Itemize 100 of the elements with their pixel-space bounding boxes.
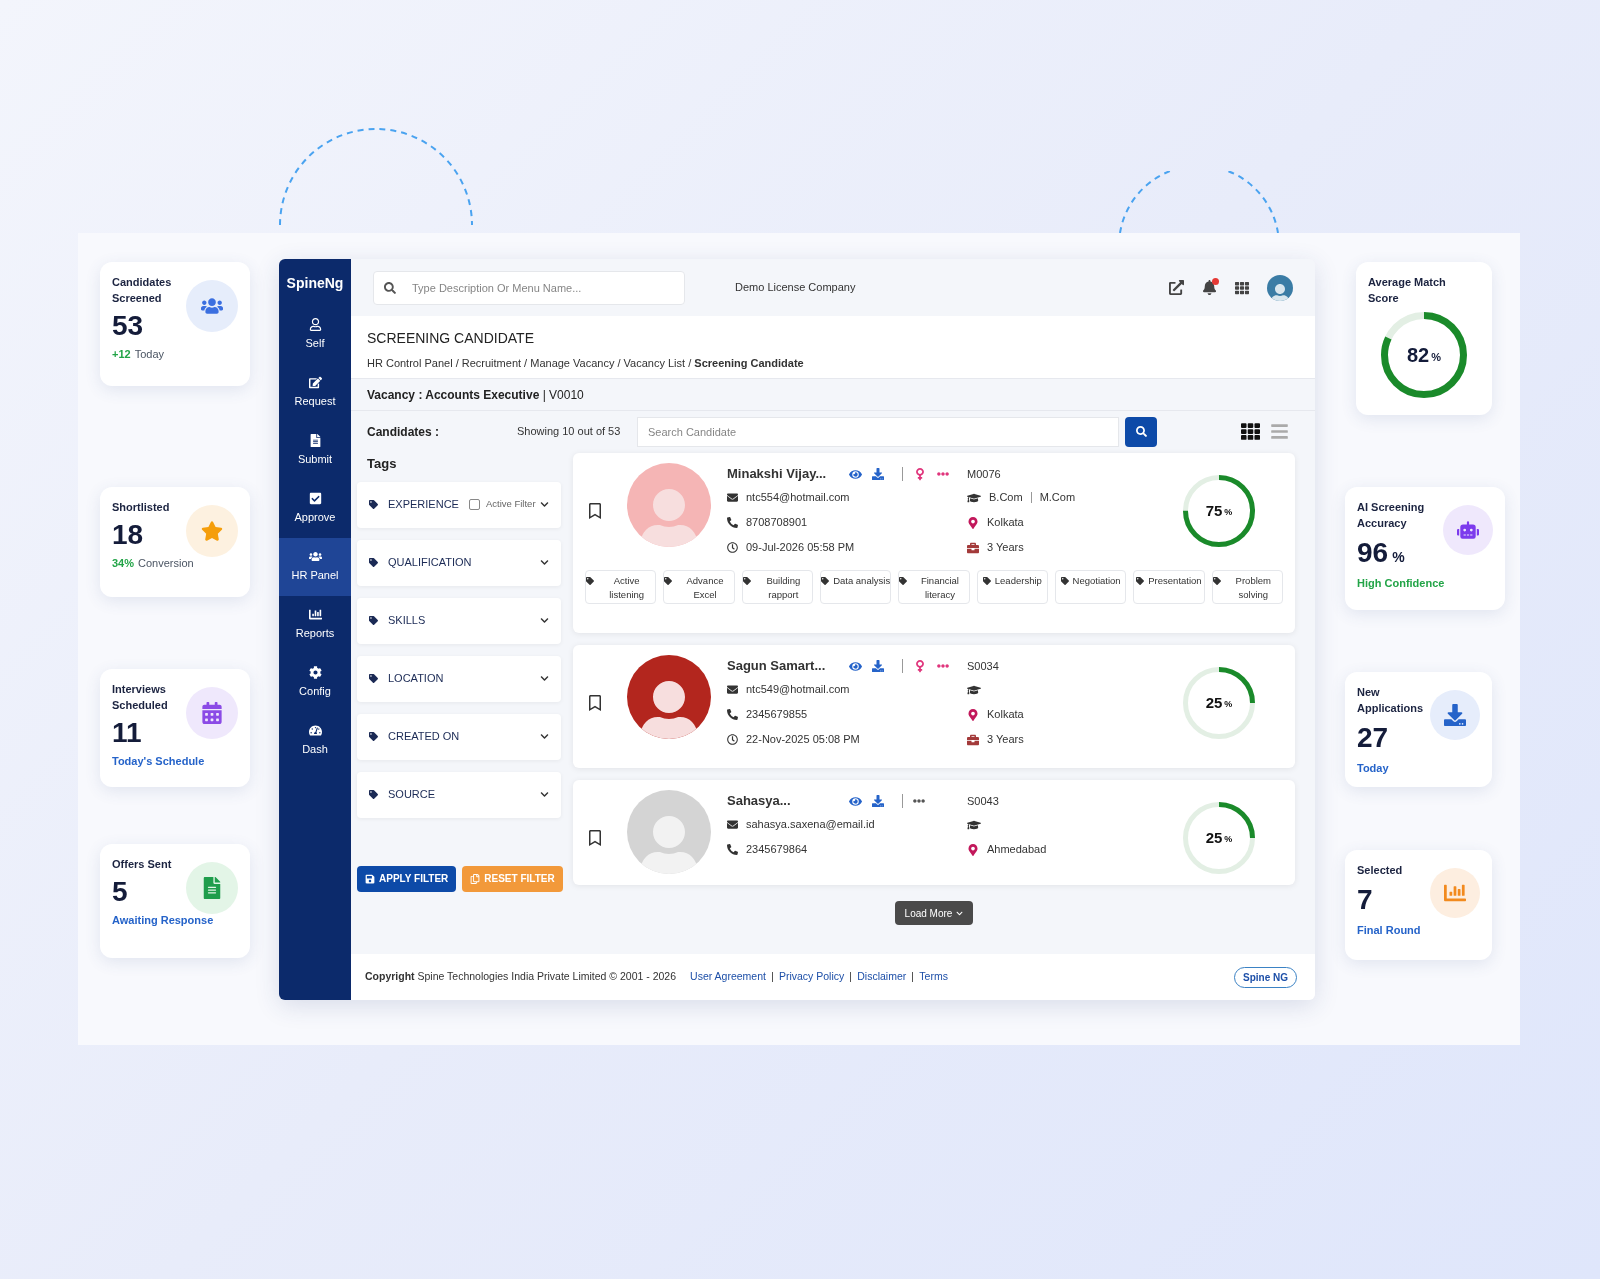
sidebar-item[interactable]: Submit bbox=[279, 422, 351, 480]
stat-title: Interviews Scheduled bbox=[112, 682, 169, 713]
stat-note: High Confidence bbox=[1357, 576, 1445, 591]
external-link-icon[interactable] bbox=[1169, 280, 1184, 295]
bookmark-icon[interactable] bbox=[587, 695, 603, 711]
filter-dropdown[interactable]: CREATED ON bbox=[357, 713, 561, 760]
candidate-email: ntc554@hotmail.com bbox=[746, 490, 850, 506]
unit-label: % bbox=[1431, 349, 1441, 365]
candidate-experience: 3 Years bbox=[987, 732, 1024, 748]
tag-icon bbox=[742, 577, 751, 585]
candidate-phone: 8708708901 bbox=[746, 515, 808, 531]
filter-dropdown[interactable]: EXPERIENCE Active Filter bbox=[357, 481, 561, 528]
search-field[interactable]: Type Description Or Menu Name... bbox=[373, 270, 685, 305]
apply-filter-button[interactable]: APPLY FILTER bbox=[357, 865, 457, 892]
sidebar-item[interactable]: Reports bbox=[279, 596, 351, 654]
stat-value: 5 bbox=[112, 875, 128, 909]
load-more-button[interactable]: Load More bbox=[894, 901, 974, 925]
copyright-text: Copyright Spine Technologies India Private Limited © 2001 - 2026 bbox=[365, 969, 677, 985]
footer-link[interactable]: Disclaimer bbox=[857, 969, 907, 985]
star-icon bbox=[201, 520, 223, 542]
skill-label: Data analysis bbox=[833, 574, 891, 588]
filter-label: SOURCE bbox=[388, 787, 436, 803]
female-icon bbox=[913, 467, 927, 481]
page-title: SCREENING CANDIDATE bbox=[367, 329, 535, 348]
eye-icon[interactable] bbox=[849, 659, 862, 673]
candidate-date: 22-Nov-2025 05:08 PM bbox=[746, 732, 860, 748]
footer-link[interactable]: Privacy Policy bbox=[778, 969, 845, 985]
candidate-search-field[interactable]: Search Candidate bbox=[637, 416, 1119, 447]
bar-chart-icon bbox=[308, 608, 322, 622]
checkbox-label: Active Filter bbox=[485, 497, 536, 512]
filter-dropdown[interactable]: SKILLS bbox=[357, 597, 561, 644]
stat-title: New Applications bbox=[1357, 685, 1424, 716]
bookmark-icon[interactable] bbox=[587, 503, 603, 519]
unit-label: % bbox=[1392, 548, 1405, 567]
female-icon bbox=[913, 659, 927, 673]
stat-title: Offers Sent bbox=[112, 857, 173, 872]
candidate-name[interactable]: Minakshi Vijay... bbox=[727, 464, 839, 484]
search-icon bbox=[1135, 426, 1147, 437]
sidebar-item[interactable]: Self bbox=[279, 306, 351, 364]
candidate-name[interactable]: Sagun Samart... bbox=[727, 656, 839, 676]
person-icon bbox=[308, 318, 322, 332]
tag-icon bbox=[586, 577, 594, 585]
filter-dropdown[interactable]: QUALIFICATION bbox=[357, 539, 561, 586]
stat-value: 11 bbox=[112, 716, 142, 750]
stat-note: Final Round bbox=[1357, 923, 1421, 938]
document-icon bbox=[308, 434, 322, 448]
score-value: 75 bbox=[1205, 500, 1223, 521]
skill-label: Negotiation bbox=[1072, 574, 1121, 588]
download-icon[interactable] bbox=[872, 795, 884, 807]
clock-icon bbox=[727, 542, 738, 553]
tag-icon bbox=[664, 577, 673, 585]
stat-note: Awaiting Response bbox=[112, 913, 214, 928]
sidebar-item[interactable]: Request bbox=[279, 364, 351, 422]
sidebar-item[interactable]: HR Panel bbox=[279, 538, 351, 596]
eye-icon[interactable] bbox=[849, 794, 862, 808]
download-icon[interactable] bbox=[872, 468, 884, 480]
stat-note: Conversion bbox=[138, 556, 194, 571]
candidate-phone: 2345679855 bbox=[746, 707, 808, 723]
eye-icon[interactable] bbox=[849, 467, 862, 481]
candidate-phone: 2345679864 bbox=[746, 842, 808, 858]
filter-dropdown[interactable]: LOCATION bbox=[357, 655, 561, 702]
chevron-down-icon bbox=[540, 790, 549, 799]
company-name: Demo License Company bbox=[735, 280, 856, 296]
candidate-name[interactable]: Sahasya... bbox=[727, 791, 839, 811]
skill-label: Leadership bbox=[994, 574, 1042, 588]
stat-note: Today bbox=[134, 347, 165, 362]
filter-label: LOCATION bbox=[388, 671, 444, 687]
tag-icon bbox=[982, 577, 991, 585]
download-icon[interactable] bbox=[872, 660, 884, 672]
grid-view-button[interactable] bbox=[1241, 422, 1260, 441]
filter-dropdown[interactable]: SOURCE bbox=[357, 771, 561, 818]
download-icon bbox=[1444, 704, 1466, 726]
chevron-down-icon bbox=[540, 732, 549, 741]
search-button[interactable] bbox=[1125, 416, 1157, 447]
score-ring bbox=[1183, 667, 1255, 739]
filter-label: EXPERIENCE bbox=[388, 497, 459, 513]
tag-icon bbox=[899, 577, 908, 585]
unit-label: % bbox=[1224, 505, 1233, 519]
settings-icon bbox=[308, 666, 322, 680]
filter-label: SKILLS bbox=[388, 613, 426, 629]
bookmark-icon[interactable] bbox=[587, 830, 603, 846]
skill-label: Presentation bbox=[1148, 574, 1202, 588]
footer-link[interactable]: User Agreement bbox=[690, 969, 766, 985]
bell-icon[interactable] bbox=[1202, 280, 1217, 295]
sidebar-item[interactable]: Approve bbox=[279, 480, 351, 538]
candidate-experience: 3 Years bbox=[987, 540, 1024, 556]
tag-icon bbox=[369, 616, 378, 625]
robot-icon bbox=[1457, 519, 1479, 541]
save-icon bbox=[365, 873, 375, 884]
active-filter-checkbox[interactable] bbox=[468, 499, 480, 510]
calendar-icon bbox=[201, 702, 223, 724]
sidebar-item[interactable]: Config bbox=[279, 654, 351, 712]
apps-grid-icon[interactable] bbox=[1235, 280, 1249, 295]
sidebar-item[interactable]: Dash bbox=[279, 712, 351, 770]
list-icon bbox=[1270, 422, 1289, 441]
candidate-date: 09-Jul-2026 05:58 PM bbox=[746, 540, 855, 556]
stat-value: 82 bbox=[1407, 343, 1430, 368]
phone-icon bbox=[727, 517, 738, 528]
footer-link[interactable]: Terms bbox=[919, 969, 948, 985]
tag-icon bbox=[821, 577, 830, 585]
